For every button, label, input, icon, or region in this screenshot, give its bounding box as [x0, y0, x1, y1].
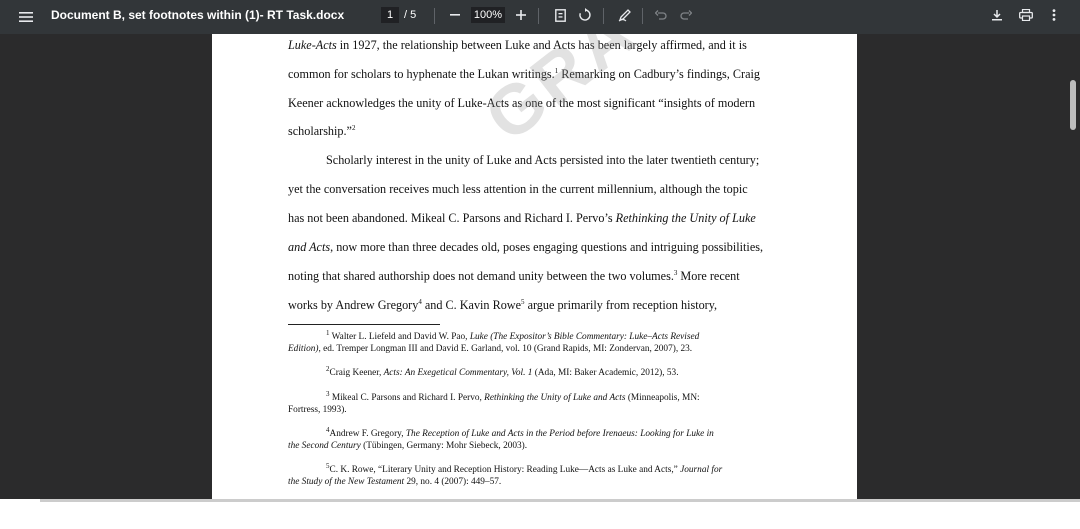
document-page: Luke-Acts in 1927, the relationship betw…	[212, 34, 857, 499]
toolbar-divider	[434, 8, 435, 24]
print-icon[interactable]	[1016, 0, 1036, 32]
menu-icon[interactable]	[14, 0, 38, 34]
text-line: common for scholars to hyphenate the Luk…	[288, 66, 760, 81]
zoom-out-icon[interactable]	[446, 0, 464, 32]
text-line: and Acts, now more than three decades ol…	[288, 240, 764, 254]
toolbar-divider	[603, 8, 604, 24]
text-line: Scholarly interest in the unity of Luke …	[326, 153, 760, 167]
download-icon[interactable]	[988, 0, 1006, 32]
footnote-separator	[288, 324, 440, 325]
zoom-level-input[interactable]: 100%	[471, 7, 505, 23]
footnote-3: 3 Mikeal C. Parsons and Richard I. Pervo…	[288, 389, 700, 415]
text-line: has not been abandoned. Mikeal C. Parson…	[288, 211, 756, 225]
document-title: Document B, set footnotes within (1)- RT…	[51, 8, 345, 22]
footnote-1: 1 Walter L. Liefeld and David W. Pao, Lu…	[288, 328, 700, 354]
undo-icon[interactable]	[652, 0, 670, 32]
text-line: Keener acknowledges the unity of Luke-Ac…	[288, 96, 756, 110]
horizontal-scroll-area	[0, 499, 1080, 529]
footnote-4: 4Andrew F. Gregory, The Reception of Luk…	[288, 425, 714, 451]
page-number-input[interactable]: 1	[381, 7, 399, 23]
scrollbar-thumb[interactable]	[1070, 80, 1076, 130]
zoom-in-icon[interactable]	[512, 0, 530, 32]
text-line: scholarship.”2	[288, 123, 356, 138]
annotate-icon[interactable]	[616, 0, 634, 32]
fit-page-icon[interactable]	[551, 0, 569, 32]
horizontal-scrollbar[interactable]	[40, 499, 1080, 502]
toolbar-divider	[642, 8, 643, 24]
text-line: works by Andrew Gregory4 and C. Kavin Ro…	[288, 297, 718, 312]
footnote-2: 2Craig Keener, Acts: An Exegetical Comme…	[326, 364, 679, 378]
more-options-icon[interactable]	[1046, 0, 1062, 32]
text-line: Luke-Acts in 1927, the relationship betw…	[288, 38, 747, 52]
text-line: noting that shared authorship does not d…	[288, 268, 740, 283]
rotate-icon[interactable]	[576, 0, 594, 32]
footnote-ref[interactable]: 2	[352, 124, 356, 132]
toolbar-divider	[538, 8, 539, 24]
pdf-toolbar: Document B, set footnotes within (1)- RT…	[0, 0, 1080, 34]
redo-icon[interactable]	[677, 0, 695, 32]
footnote-5: 5C. K. Rowe, “Literary Unity and Recepti…	[288, 461, 723, 487]
text-line: yet the conversation receives much less …	[288, 182, 748, 196]
page-total: / 5	[404, 9, 417, 21]
